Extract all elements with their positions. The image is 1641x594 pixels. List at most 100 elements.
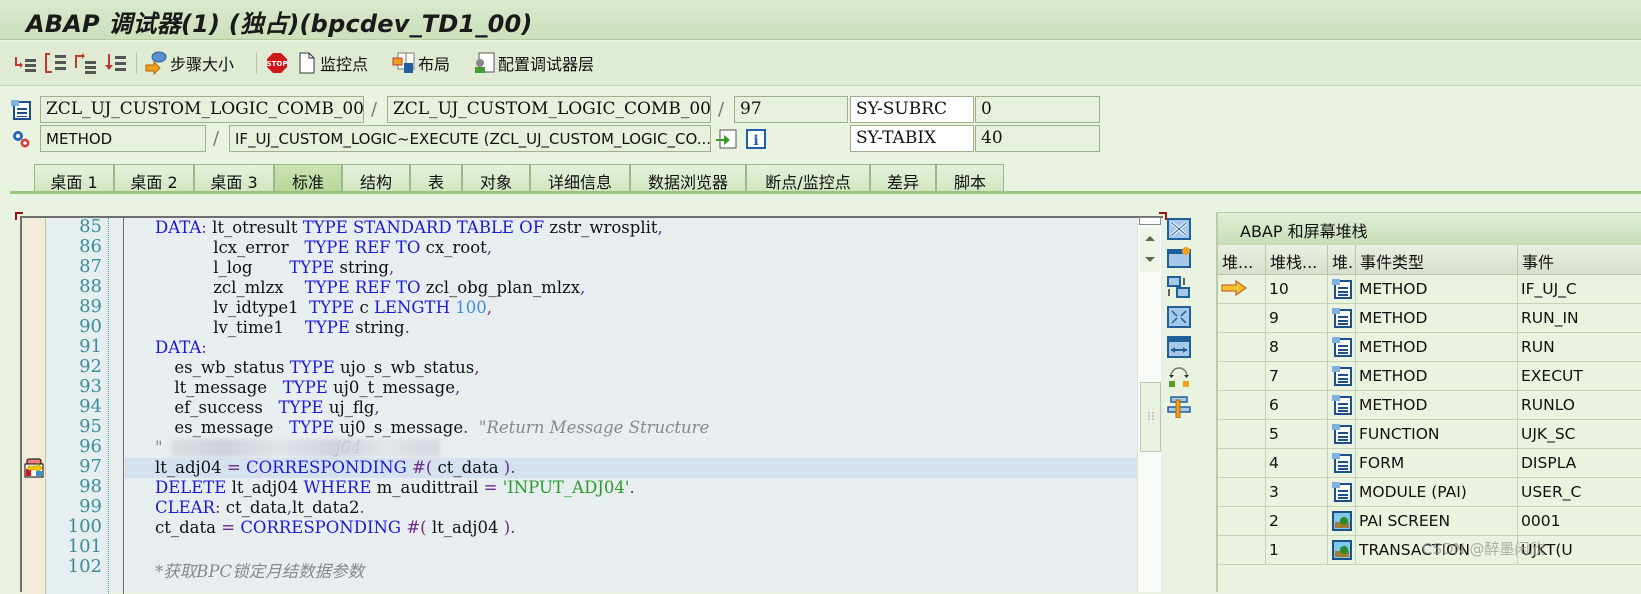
configure-layer-label: 配置调试器层: [498, 55, 595, 74]
code-line[interactable]: lcx_error TYPE REF TO cx_root,: [125, 238, 492, 258]
line-number: 91: [79, 336, 102, 357]
code-line[interactable]: ct_data = CORRESPONDING #( lt_adj04 ).: [125, 518, 515, 538]
new-tool-icon[interactable]: [1167, 246, 1191, 268]
maximize-tool-icon[interactable]: [1167, 306, 1191, 328]
column-header-event[interactable]: 事件: [1518, 245, 1641, 275]
code-line[interactable]: *获取BPC锁定月结数据参数: [125, 558, 364, 581]
navigate-to-source-icon[interactable]: [715, 129, 737, 149]
method-icon: [1332, 366, 1352, 386]
code-line[interactable]: [125, 538, 155, 558]
code-line[interactable]: DATA:: [125, 338, 207, 358]
breakpoint-gutter[interactable]: [22, 218, 46, 594]
tab-standard[interactable]: 标准: [274, 164, 342, 192]
tab-data-browser[interactable]: 数据浏览器: [630, 164, 746, 192]
step-size-label: 步骤大小: [170, 55, 235, 74]
tab-structure[interactable]: 结构: [342, 164, 410, 192]
tab-breakpoints[interactable]: 断点/监控点: [746, 164, 870, 192]
line-number-field[interactable]: 97: [734, 96, 848, 123]
stop-button[interactable]: STOP: [266, 50, 288, 76]
code-line[interactable]: lv_idtype1 TYPE c LENGTH 100,: [125, 298, 492, 318]
sys-field-2-name[interactable]: SY-TABIX: [850, 125, 974, 152]
code-line[interactable]: ef_success TYPE uj_flg,: [125, 398, 379, 418]
program-field[interactable]: ZCL_UJ_CUSTOM_LOGIC_COMB_002=...: [40, 96, 364, 123]
watchpoint-button[interactable]: 监控点: [298, 50, 368, 76]
code-line[interactable]: zcl_mlzx TYPE REF TO zcl_obg_plan_mlzx,: [125, 278, 585, 298]
column-header-level[interactable]: 堆栈...: [1266, 245, 1328, 275]
event-type-field[interactable]: METHOD: [40, 125, 206, 152]
source-code-editor[interactable]: 85 86 87 88 89 90 91 92 93 94 95 96 97 98 99 100 101 102 …: [20, 216, 1163, 594]
column-header-icon[interactable]: 堆.: [1328, 245, 1356, 275]
current-code-line[interactable]: lt_adj04 = CORRESPONDING #( ct_data ).: [125, 458, 1145, 478]
line-number: 100: [67, 516, 102, 537]
stack-row[interactable]: 3 MODULE (PAI) USER_C: [1218, 478, 1641, 507]
stack-row[interactable]: 4 FORM DISPLA: [1218, 449, 1641, 478]
line-number: 99: [79, 496, 102, 517]
scroll-up-button[interactable]: [1140, 228, 1160, 250]
code-line[interactable]: l_log TYPE string,: [125, 258, 394, 278]
code-line[interactable]: DATA: lt_otresult TYPE STANDARD TABLE OF…: [125, 218, 663, 238]
step-return-button[interactable]: [74, 50, 98, 76]
swap-tool-icon[interactable]: [1167, 276, 1191, 298]
stack-row[interactable]: 5 FUNCTION UJK_SC: [1218, 420, 1641, 449]
gutter-separator: [110, 218, 124, 594]
code-token: LENGTH: [373, 298, 450, 317]
resize-width-icon[interactable]: [1167, 336, 1191, 358]
tab-desktop-2[interactable]: 桌面 2: [114, 164, 194, 192]
stack-icon-cell: [1328, 478, 1356, 507]
column-header-event-type[interactable]: 事件类型: [1356, 245, 1518, 275]
include-field[interactable]: ZCL_UJ_CUSTOM_LOGIC_COMB_002=...: [387, 96, 711, 123]
tab-details[interactable]: 详细信息: [530, 164, 630, 192]
tab-desktop-3[interactable]: 桌面 3: [194, 164, 274, 192]
sys-field-2-value[interactable]: 40: [975, 125, 1100, 152]
layout-button[interactable]: 布局: [392, 50, 450, 76]
stack-row[interactable]: 10 METHOD IF_UJ_C: [1218, 275, 1641, 304]
stack-icon-cell: [1328, 391, 1356, 420]
tab-table[interactable]: 表: [410, 164, 462, 192]
step-into-button[interactable]: [14, 50, 38, 76]
stack-row[interactable]: 6 METHOD RUNLO: [1218, 391, 1641, 420]
tab-diff[interactable]: 差异: [870, 164, 936, 192]
code-token: zstr_wrosplit: [544, 218, 658, 237]
code-area[interactable]: DATA: lt_otresult TYPE STANDARD TABLE OF…: [125, 218, 1145, 594]
code-token: zcl_obg_plan_mlzx: [420, 278, 581, 297]
scroll-thumb[interactable]: [1140, 382, 1161, 452]
line-number: 89: [79, 296, 102, 317]
tab-script[interactable]: 脚本: [936, 164, 1004, 192]
code-token: TYPE REF TO: [304, 278, 421, 297]
step-size-button[interactable]: 步骤大小: [144, 50, 234, 76]
toolbar-separator: [136, 52, 137, 74]
code-line[interactable]: es_message TYPE uj0_s_message. "Return M…: [125, 418, 709, 438]
info-icon[interactable]: i: [746, 129, 766, 149]
stack-current-cell: [1218, 304, 1266, 333]
sys-field-1-name[interactable]: SY-SUBRC: [850, 96, 974, 123]
code-line[interactable]: es_wb_status TYPE ujo_s_wb_status,: [125, 358, 479, 378]
close-tool-icon[interactable]: [1167, 218, 1191, 240]
stack-current-cell: [1218, 333, 1266, 362]
stack-row[interactable]: 8 METHOD RUN: [1218, 333, 1641, 362]
event-field[interactable]: IF_UJ_CUSTOM_LOGIC~EXECUTE (ZCL_UJ_CUSTO…: [229, 125, 711, 152]
services-tool-icon[interactable]: [1167, 396, 1191, 418]
document-icon: [299, 52, 315, 74]
stack-row[interactable]: 7 METHOD EXECUT: [1218, 362, 1641, 391]
code-token: lt_message: [174, 378, 283, 397]
stack-row[interactable]: 2 PAI SCREEN 0001: [1218, 507, 1641, 536]
code-line[interactable]: CLEAR: ct_data,lt_data2.: [125, 498, 365, 518]
tab-desktop-1[interactable]: 桌面 1: [34, 164, 114, 192]
code-token: TYPE: [289, 418, 335, 437]
code-line[interactable]: DELETE lt_adj04 WHERE m_audittrail = 'IN…: [125, 478, 635, 498]
step-over-button[interactable]: [44, 50, 68, 76]
tab-objects[interactable]: 对象: [462, 164, 530, 192]
editor-vertical-scrollbar[interactable]: [1137, 217, 1161, 592]
scroll-down-button[interactable]: [1140, 250, 1160, 272]
stack-row[interactable]: 9 METHOD RUN_IN: [1218, 304, 1641, 333]
continue-button[interactable]: [104, 50, 128, 76]
code-token: .: [404, 318, 410, 337]
code-token: ).: [503, 518, 516, 537]
code-line[interactable]: lv_time1 TYPE string.: [125, 318, 410, 338]
sys-field-1-value[interactable]: 0: [975, 96, 1100, 123]
line-number: 102: [67, 556, 102, 577]
code-line[interactable]: lt_message TYPE uj0_t_message,: [125, 378, 460, 398]
column-header-current[interactable]: 堆...: [1218, 245, 1266, 275]
exchange-tool-icon[interactable]: [1167, 366, 1191, 388]
configure-layer-button[interactable]: 配置调试器层: [472, 50, 594, 76]
